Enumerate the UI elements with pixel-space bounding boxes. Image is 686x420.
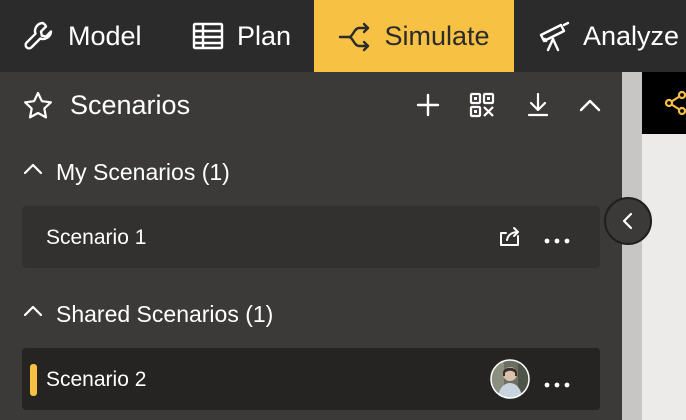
tab-simulate[interactable]: Simulate	[314, 0, 514, 72]
branch-arrow-icon	[338, 19, 372, 53]
more-icon[interactable]	[544, 232, 570, 250]
scenario-card-selected[interactable]: Scenario 2	[22, 348, 600, 410]
tab-analyze-label: Analyze	[583, 20, 680, 51]
table-icon	[191, 21, 225, 51]
selected-indicator	[30, 364, 37, 396]
panel-header: Scenarios	[0, 72, 622, 138]
more-icon[interactable]	[544, 376, 570, 394]
scenario-name: Scenario 1	[46, 226, 147, 249]
top-navigation: Model Plan Simulate Analyze	[0, 0, 686, 72]
canvas-toolbar	[642, 72, 686, 134]
tab-analyze[interactable]: Analyze	[537, 0, 679, 72]
scenarios-panel: Scenarios My Scenarios (1) Scenario 1 Sh…	[0, 72, 622, 420]
chevron-up-icon	[22, 300, 44, 328]
tab-model[interactable]: Model	[22, 0, 142, 72]
share-icon[interactable]	[498, 224, 522, 253]
chevron-up-icon[interactable]	[577, 92, 603, 118]
scenario-card[interactable]: Scenario 1	[22, 206, 600, 268]
tab-model-label: Model	[68, 20, 142, 51]
qr-code-icon[interactable]	[469, 92, 495, 118]
telescope-icon	[537, 19, 571, 53]
section-my-scenarios[interactable]: My Scenarios (1)	[22, 158, 230, 186]
plus-icon[interactable]	[415, 92, 441, 118]
panel-divider[interactable]	[622, 72, 642, 420]
share-nodes-icon[interactable]	[664, 90, 686, 121]
download-icon[interactable]	[525, 92, 551, 118]
section-shared-scenarios[interactable]: Shared Scenarios (1)	[22, 300, 273, 328]
tab-plan-label: Plan	[237, 20, 292, 51]
chevron-up-icon	[22, 158, 44, 186]
avatar[interactable]	[490, 359, 530, 404]
scenario-name: Scenario 2	[46, 368, 147, 391]
section-label: Shared Scenarios (1)	[56, 300, 274, 327]
wrench-icon	[22, 19, 56, 53]
collapse-panel-button[interactable]	[604, 197, 652, 245]
section-label: My Scenarios (1)	[56, 158, 230, 185]
tab-plan[interactable]: Plan	[191, 0, 291, 72]
star-icon[interactable]	[22, 90, 54, 127]
panel-title: Scenarios	[70, 90, 191, 120]
tab-simulate-label: Simulate	[384, 20, 490, 51]
